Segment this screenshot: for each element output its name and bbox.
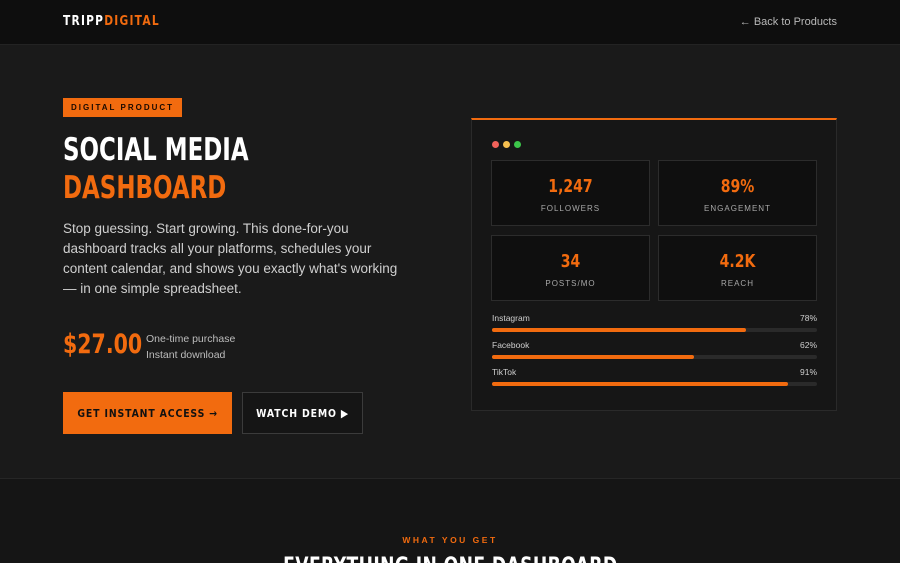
progress-fill — [492, 328, 746, 332]
product-type-badge: DIGITAL PRODUCT — [63, 98, 183, 117]
logo-text-primary: TRIPP — [63, 14, 105, 29]
platform-name: Instagram — [492, 313, 530, 323]
section-eyebrow: WHAT YOU GET — [402, 535, 498, 545]
progress-track — [492, 355, 817, 359]
window-dot-yellow-icon — [503, 141, 510, 148]
brand-logo[interactable]: TRIPPDIGITAL — [63, 14, 160, 29]
price-note-download: Instant download — [146, 349, 226, 361]
get-instant-access-label: GET INSTANT ACCESS → — [77, 406, 218, 420]
stat-label: POSTS/MO — [545, 279, 596, 288]
product-price: $27.00 — [63, 329, 143, 360]
platform-percent: 91% — [799, 367, 817, 377]
logo-text-accent: DIGITAL — [104, 14, 160, 29]
platform-name: Facebook — [492, 340, 530, 350]
watch-demo-label: WATCH DEMO ▶ — [256, 406, 349, 420]
stat-value: 34 — [560, 251, 581, 272]
stat-label: FOLLOWERS — [540, 204, 601, 213]
price-notes: One-time purchase Instant download — [146, 331, 235, 363]
progress-track — [492, 328, 817, 332]
progress-fill — [492, 382, 788, 386]
product-title-line2: DASHBOARD — [63, 170, 227, 206]
back-to-products-link[interactable]: ← Back to Products — [740, 16, 837, 28]
stat-label: ENGAGEMENT — [704, 204, 771, 213]
platform-percent: 62% — [799, 340, 817, 350]
stat-card-reach: 4.2K REACH — [658, 235, 817, 301]
stat-card-followers: 1,247 FOLLOWERS — [491, 160, 650, 226]
section-heading: EVERYTHING IN ONE DASHBOARD — [0, 554, 900, 563]
hero-section: DIGITAL PRODUCT SOCIAL MEDIA DASHBOARD S… — [0, 45, 900, 479]
product-title: SOCIAL MEDIA DASHBOARD — [63, 131, 249, 207]
window-controls — [492, 141, 521, 148]
stat-card-posts: 34 POSTS/MO — [491, 235, 650, 301]
top-navigation-bar: TRIPPDIGITAL ← Back to Products — [0, 0, 900, 45]
stat-card-engagement: 89% ENGAGEMENT — [658, 160, 817, 226]
window-dot-red-icon — [492, 141, 499, 148]
get-instant-access-button[interactable]: GET INSTANT ACCESS → — [63, 392, 232, 434]
product-title-line1: SOCIAL MEDIA — [63, 132, 249, 168]
stat-label: REACH — [720, 279, 754, 288]
platform-percent: 78% — [799, 313, 817, 323]
progress-track — [492, 382, 817, 386]
dashboard-preview-card: 1,247 FOLLOWERS 89% ENGAGEMENT 34 POSTS/… — [471, 118, 837, 411]
watch-demo-button[interactable]: WATCH DEMO ▶ — [242, 392, 363, 434]
section-heading-text: EVERYTHING IN ONE DASHBOARD — [283, 554, 617, 563]
product-description: Stop guessing. Start growing. This done-… — [63, 221, 398, 296]
progress-fill — [492, 355, 694, 359]
price-note-purchase: One-time purchase — [146, 333, 236, 345]
stat-value: 4.2K — [719, 251, 756, 272]
stat-value: 1,247 — [548, 176, 593, 197]
window-dot-green-icon — [514, 141, 521, 148]
platform-name: TikTok — [492, 367, 517, 377]
stat-value: 89% — [720, 176, 755, 197]
